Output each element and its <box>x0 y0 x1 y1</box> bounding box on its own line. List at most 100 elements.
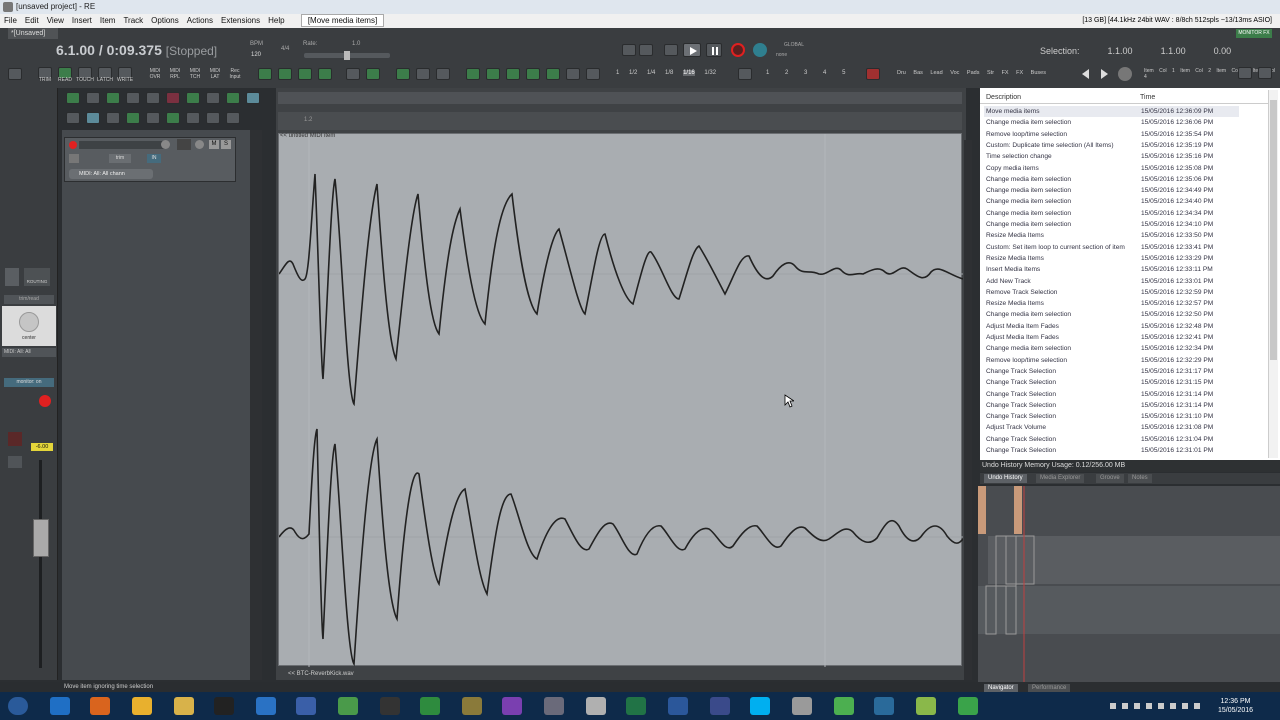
history-row[interactable]: Change Track Selection 15/05/2016 12:31:1… <box>984 366 1239 377</box>
monitor-toggle[interactable]: monitor: on <box>4 378 54 387</box>
shield-icon[interactable] <box>226 112 240 124</box>
track-mute-button[interactable]: M <box>209 140 219 149</box>
tool-8-button[interactable] <box>416 68 430 80</box>
edit-tool-5[interactable] <box>146 92 160 104</box>
history-row[interactable]: Change media item selection 15/05/2016 12… <box>984 185 1239 196</box>
grid-1-32[interactable]: 1/32 <box>704 70 716 76</box>
project-tab[interactable]: *[Unsaved] <box>8 28 58 39</box>
grid-1-2[interactable]: 1/2 <box>629 70 637 76</box>
history-row[interactable]: Change media item selection 15/05/2016 12… <box>984 343 1239 354</box>
fx-button-4[interactable] <box>526 68 540 80</box>
cat-fx-buses[interactable]: FX Buses <box>1016 70 1046 76</box>
calculator-icon[interactable] <box>586 697 606 715</box>
visio-icon[interactable] <box>710 697 730 715</box>
edit-tool-12[interactable] <box>86 112 100 124</box>
tab-notes[interactable]: Notes <box>1128 474 1152 483</box>
firefox-icon[interactable] <box>90 697 110 715</box>
num-5[interactable]: 5 <box>842 70 845 76</box>
midi-rpl-button[interactable]: MIDI RPL <box>166 68 184 80</box>
word-icon[interactable] <box>668 697 688 715</box>
tool-7-button[interactable] <box>396 68 410 80</box>
speech-bubble-button[interactable] <box>436 68 450 80</box>
history-row[interactable]: Custom: Set item loop to current section… <box>984 242 1239 253</box>
monitor-fx-button[interactable]: MONITOR FX <box>1236 29 1272 38</box>
history-row[interactable]: Change media item selection 15/05/2016 12… <box>984 117 1239 128</box>
tool-5-button[interactable] <box>346 68 360 80</box>
history-row[interactable]: Adjust Media Item Fades 15/05/2016 12:32:… <box>984 332 1239 343</box>
menu-options[interactable]: Options <box>147 14 183 28</box>
edit-tool-6[interactable] <box>166 92 180 104</box>
volume-fader-handle[interactable] <box>33 519 49 557</box>
app-icon-7[interactable] <box>874 697 894 715</box>
edit-tool-11[interactable] <box>66 112 80 124</box>
visual-studio-icon[interactable] <box>502 697 522 715</box>
cat-drums[interactable]: Dru <box>897 70 906 76</box>
start-button[interactable] <box>8 697 28 715</box>
history-row[interactable]: Resize Media Items 15/05/2016 12:33:50 PM <box>984 230 1239 241</box>
tab-media-explorer[interactable]: Media Explorer <box>1036 474 1085 483</box>
history-scrollbar[interactable] <box>1268 90 1278 458</box>
fullscreen-icon[interactable] <box>1258 67 1272 79</box>
menu-track[interactable]: Track <box>119 14 147 28</box>
cat-fx[interactable]: FX <box>1002 70 1009 76</box>
edit-tool-7[interactable] <box>186 92 200 104</box>
edit-tool-8[interactable] <box>206 92 220 104</box>
edit-tool-10[interactable] <box>246 92 260 104</box>
menu-help[interactable]: Help <box>264 14 288 28</box>
num-3[interactable]: 3 <box>804 70 807 76</box>
track-fx-button[interactable] <box>69 154 79 163</box>
app-icon-5[interactable] <box>462 697 482 715</box>
track-volume-knob[interactable] <box>161 140 170 149</box>
history-row[interactable]: Adjust Media Item Fades 15/05/2016 12:32:… <box>984 321 1239 332</box>
tool-1-button[interactable] <box>258 68 272 80</box>
edit-tool-2[interactable] <box>86 92 100 104</box>
selection-length[interactable]: 0.00 <box>1214 46 1232 56</box>
fx-button-3[interactable] <box>506 68 520 80</box>
settings-button[interactable] <box>8 68 22 80</box>
cmd-icon[interactable] <box>214 697 234 715</box>
menu-view[interactable]: View <box>43 14 68 28</box>
media-item[interactable] <box>278 133 964 667</box>
track-record-arm[interactable] <box>69 141 77 149</box>
cat-pads[interactable]: Pads <box>967 70 980 76</box>
history-row[interactable]: Change Track Selection 15/05/2016 12:31:0… <box>984 445 1239 456</box>
history-scrollbar-thumb[interactable] <box>1270 100 1277 360</box>
play-button[interactable] <box>683 43 701 57</box>
chrome-icon[interactable] <box>132 697 152 715</box>
history-row[interactable]: Add New Track 15/05/2016 12:33:01 PM <box>984 276 1239 287</box>
app-icon-8[interactable] <box>916 697 936 715</box>
grid-1[interactable]: 1 <box>616 70 619 76</box>
cat-strings[interactable]: Str <box>987 70 994 76</box>
history-row[interactable]: Copy media items 15/05/2016 12:35:08 PM <box>984 163 1239 174</box>
history-row[interactable]: Custom: Duplicate time selection (All It… <box>984 140 1239 151</box>
app-icon-2[interactable] <box>296 697 316 715</box>
pause-button[interactable] <box>706 43 722 57</box>
cat-bass[interactable]: Bas <box>913 70 922 76</box>
history-row[interactable]: Change Track Selection 15/05/2016 12:31:1… <box>984 400 1239 411</box>
file-explorer-icon[interactable] <box>174 697 194 715</box>
num-1[interactable]: 1 <box>766 70 769 76</box>
record-button[interactable] <box>731 43 745 57</box>
app-icon-9[interactable] <box>958 697 978 715</box>
grid-snap-icon[interactable] <box>106 112 120 124</box>
history-row[interactable]: Change media item selection 15/05/2016 12… <box>984 219 1239 230</box>
fx-button-6[interactable] <box>566 68 580 80</box>
grid-1-4[interactable]: 1/4 <box>647 70 655 76</box>
menu-file[interactable]: File <box>0 14 21 28</box>
cat-vocals[interactable]: Voc <box>950 70 959 76</box>
volume-readout[interactable]: -6.00 <box>31 443 53 451</box>
stop-button[interactable] <box>664 44 678 56</box>
app-icon-3[interactable] <box>380 697 400 715</box>
edit-tool-4[interactable] <box>126 92 140 104</box>
history-row[interactable]: Time selection change 15/05/2016 12:35:16… <box>984 151 1239 162</box>
history-row[interactable]: Resize Media Items 15/05/2016 12:32:57 PM <box>984 298 1239 309</box>
mixer-solo-button[interactable] <box>8 456 22 468</box>
rec-input-button[interactable]: Rec Input <box>226 68 244 80</box>
taskbar-clock[interactable]: 12:36 PM 15/05/2016 <box>1218 697 1253 715</box>
arrange-vertical-scrollbar[interactable] <box>964 140 972 680</box>
next-icon[interactable] <box>1100 68 1110 82</box>
fx-insert-icon[interactable] <box>5 268 19 286</box>
track-trim-button[interactable]: trim <box>109 154 131 163</box>
camtasia-icon[interactable] <box>834 697 854 715</box>
history-row[interactable]: Change media item selection 15/05/2016 12… <box>984 208 1239 219</box>
